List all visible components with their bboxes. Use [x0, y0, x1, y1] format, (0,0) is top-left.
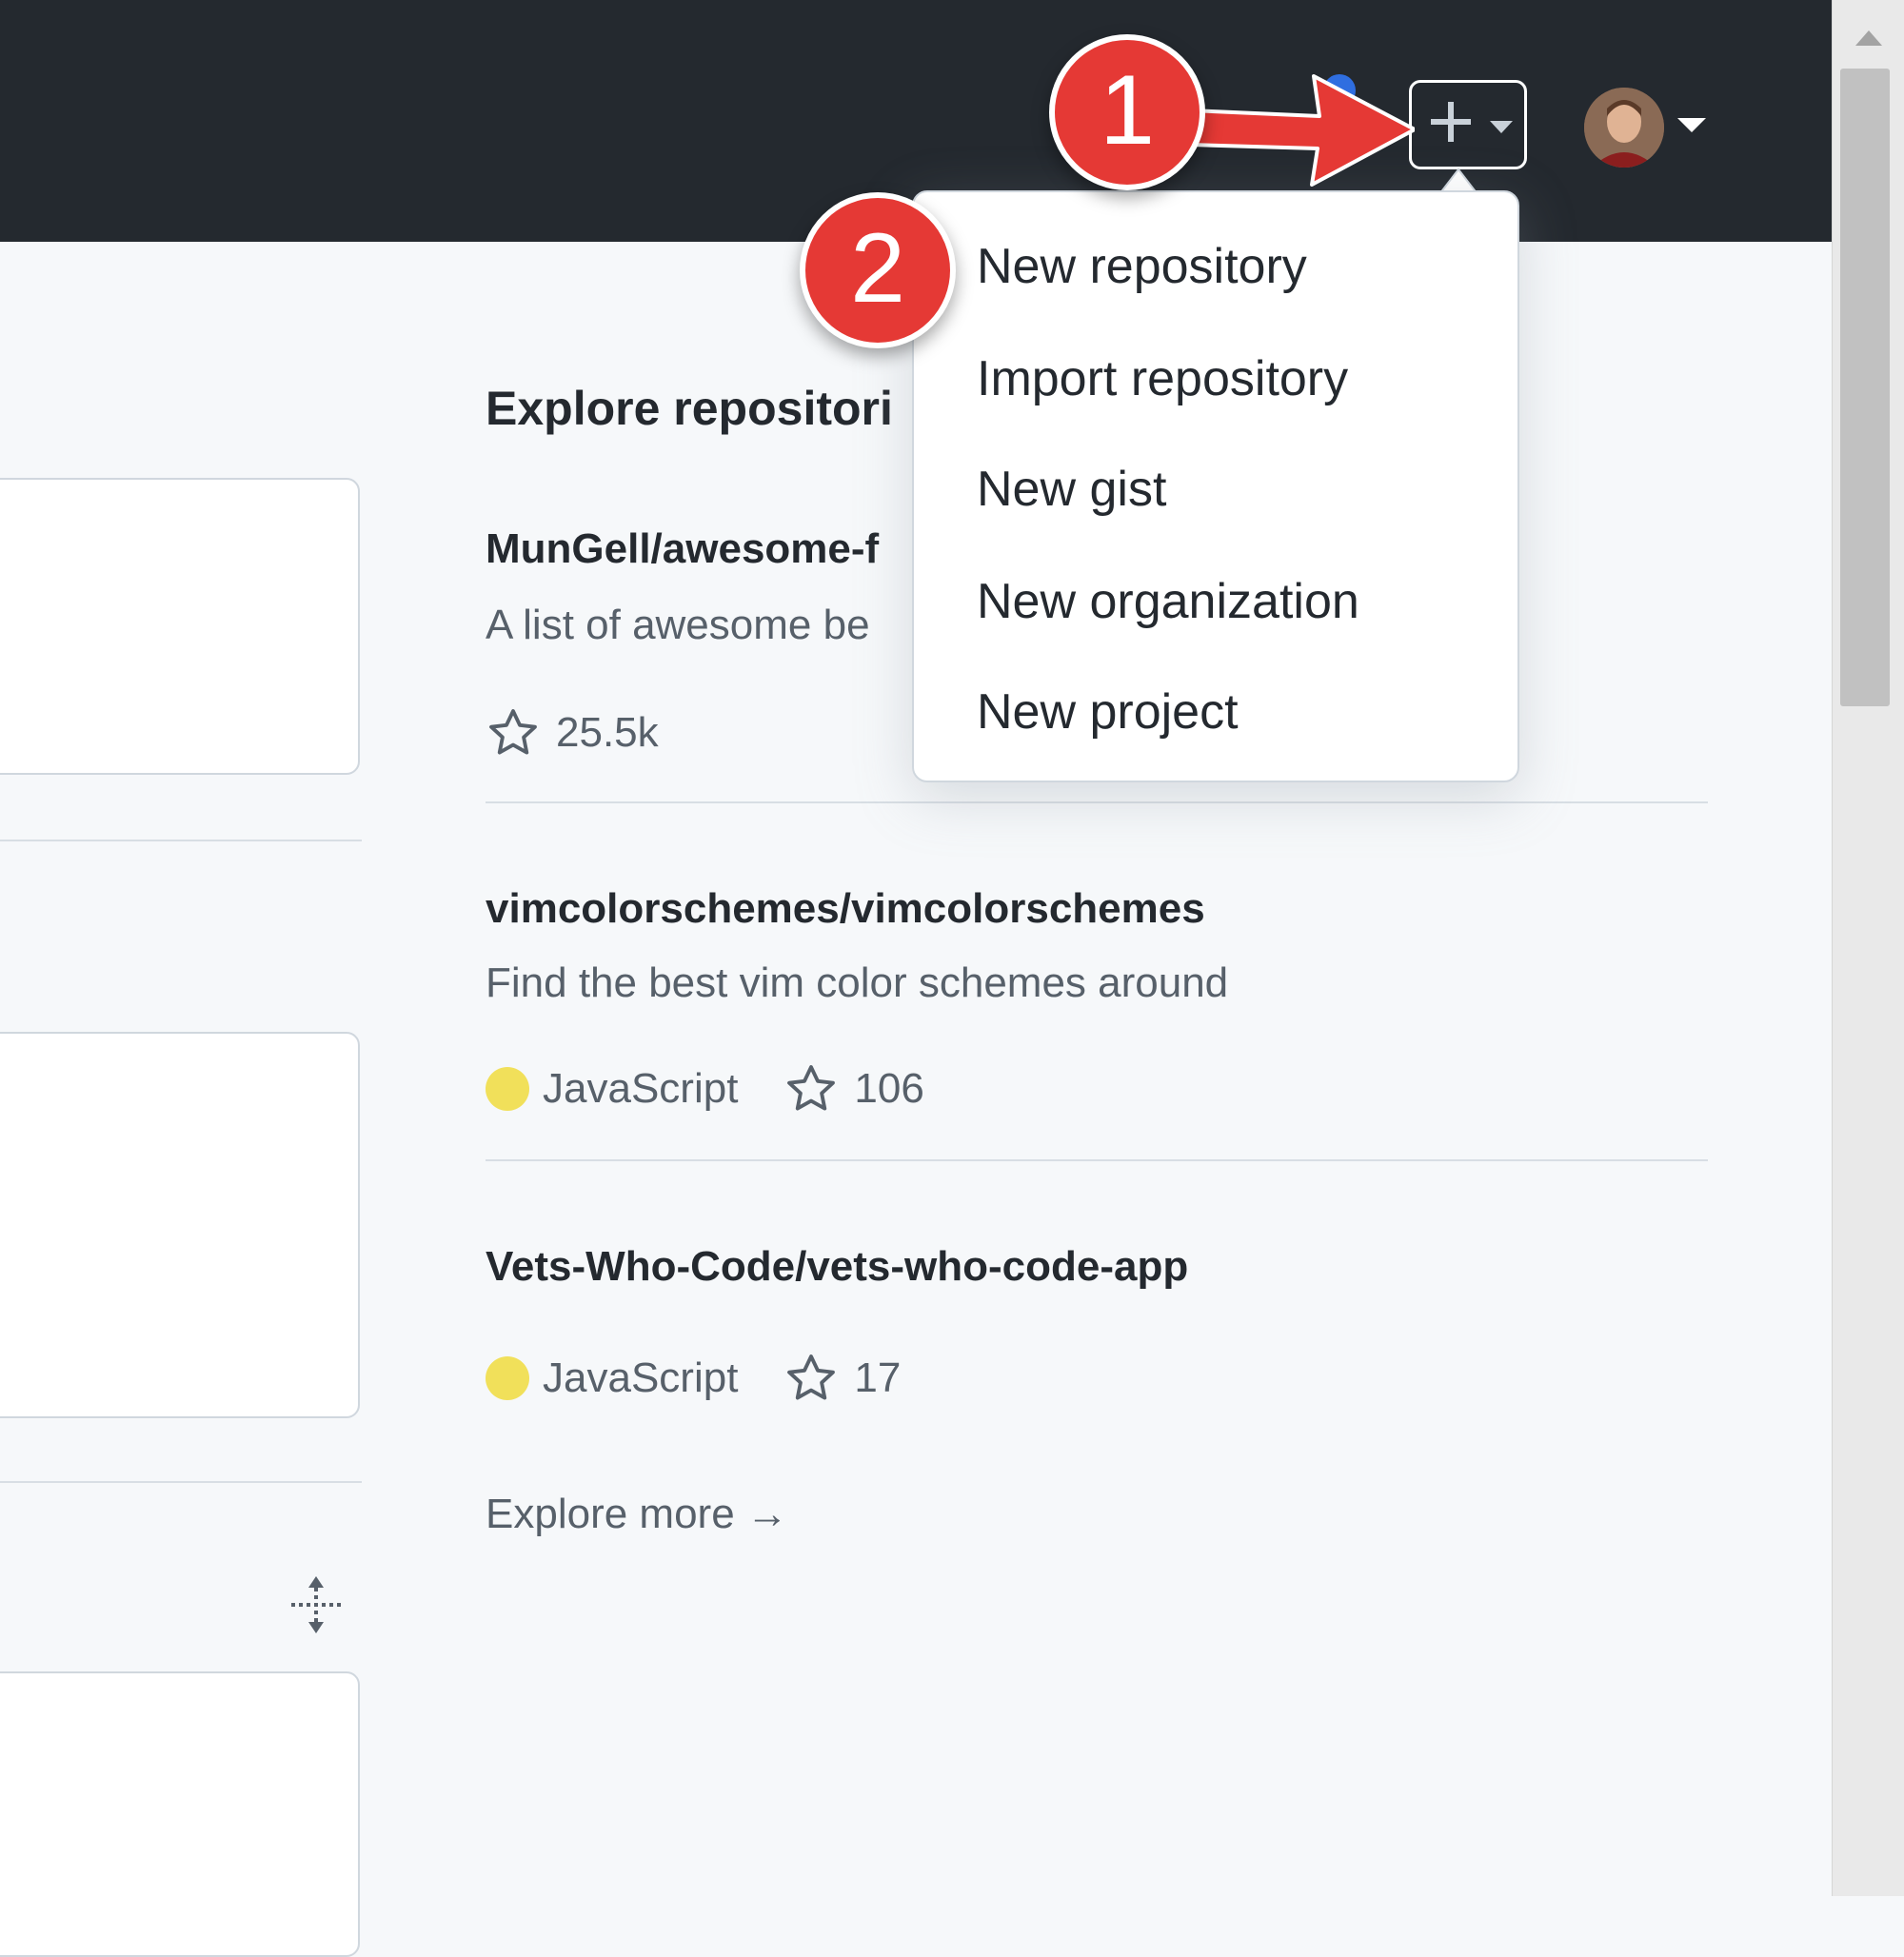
- avatar-caret-icon[interactable]: [1677, 118, 1706, 133]
- step-badge-2: 2: [800, 192, 956, 348]
- star-icon[interactable]: [783, 1061, 839, 1117]
- vertical-scrollbar[interactable]: [1832, 0, 1904, 1896]
- star-icon[interactable]: [783, 1351, 839, 1406]
- drag-move-icon[interactable]: [286, 1574, 347, 1635]
- explore-more-link[interactable]: Explore more →: [486, 1491, 788, 1538]
- plus-icon: [1431, 102, 1471, 142]
- create-new-dropdown: New repository Import repository New gis…: [912, 190, 1519, 782]
- repo-link[interactable]: MunGell/awesome-f: [486, 525, 879, 573]
- language-color-dot: [486, 1067, 529, 1111]
- repo-meta: JavaScript 17: [486, 1350, 901, 1407]
- caret-down-icon: [1490, 121, 1513, 133]
- scrollbar-thumb[interactable]: [1840, 69, 1890, 706]
- language-color-dot: [486, 1356, 529, 1400]
- menu-item-new-organization[interactable]: New organization: [977, 573, 1359, 630]
- star-count[interactable]: 17: [854, 1354, 901, 1402]
- repo-language: JavaScript: [543, 1354, 739, 1401]
- repo-link[interactable]: Vets-Who-Code/vets-who-code-app: [486, 1243, 1188, 1291]
- user-avatar-image: [1584, 88, 1664, 168]
- star-count[interactable]: 106: [854, 1065, 923, 1113]
- left-feed-card: [0, 1671, 360, 1957]
- menu-item-import-repository[interactable]: Import repository: [977, 350, 1348, 407]
- left-feed-card: [0, 1032, 360, 1418]
- repo-language: JavaScript: [543, 1065, 739, 1112]
- menu-item-new-repository[interactable]: New repository: [977, 238, 1307, 295]
- annotation-arrow-icon: [1190, 74, 1415, 187]
- star-count[interactable]: 25.5k: [556, 709, 659, 757]
- star-icon[interactable]: [486, 705, 541, 761]
- repo-link[interactable]: vimcolorschemes/vimcolorschemes: [486, 885, 1205, 933]
- avatar[interactable]: [1584, 88, 1664, 168]
- repo-meta: 25.5k: [486, 704, 659, 761]
- repo-divider: [486, 801, 1708, 803]
- left-divider: [0, 1481, 362, 1483]
- left-feed-card: [0, 478, 360, 775]
- explore-title: Explore repositori: [486, 382, 893, 435]
- repo-meta: JavaScript 106: [486, 1060, 924, 1117]
- step-badge-1: 1: [1049, 34, 1205, 190]
- repo-description: Find the best vim color schemes around: [486, 959, 1229, 1006]
- left-divider: [0, 840, 362, 841]
- menu-item-new-project[interactable]: New project: [977, 683, 1239, 741]
- repo-description: A list of awesome be: [486, 602, 870, 648]
- menu-item-new-gist[interactable]: New gist: [977, 461, 1166, 518]
- scroll-up-arrow-icon[interactable]: [1855, 29, 1882, 46]
- repo-divider: [486, 1159, 1708, 1161]
- create-new-button[interactable]: [1409, 80, 1527, 169]
